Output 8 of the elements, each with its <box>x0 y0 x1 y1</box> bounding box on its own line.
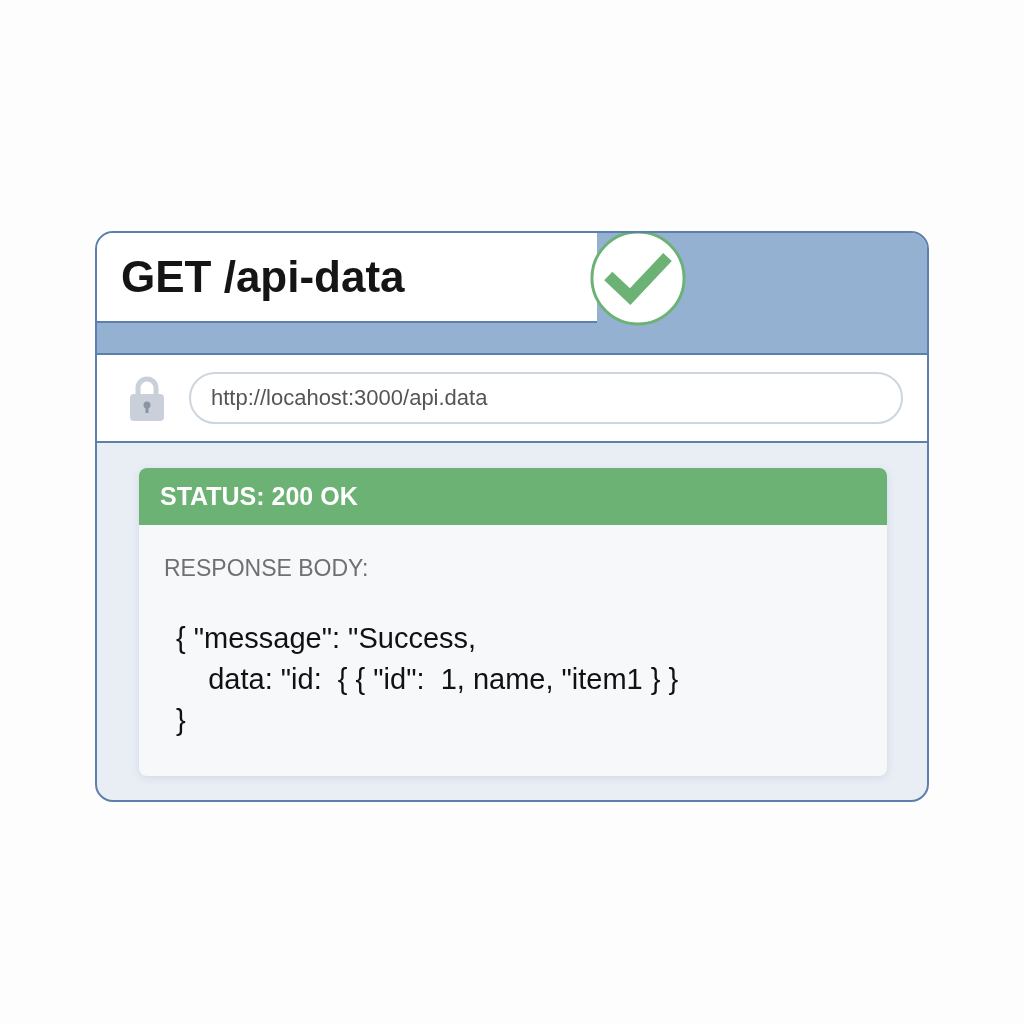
request-title: GET /api-data <box>121 252 405 302</box>
url-field[interactable]: http://locahost:3000/api.data <box>189 372 903 424</box>
code-line: { "message": "Success, <box>176 621 478 656</box>
code-line: data: "id: { { "id": 1, name, "item1 } } <box>207 662 680 697</box>
code-line: } <box>176 703 187 738</box>
lock-icon <box>129 374 165 422</box>
response-label: RESPONSE BODY: <box>164 555 370 582</box>
status-text: STATUS: 200 OK <box>160 482 358 511</box>
